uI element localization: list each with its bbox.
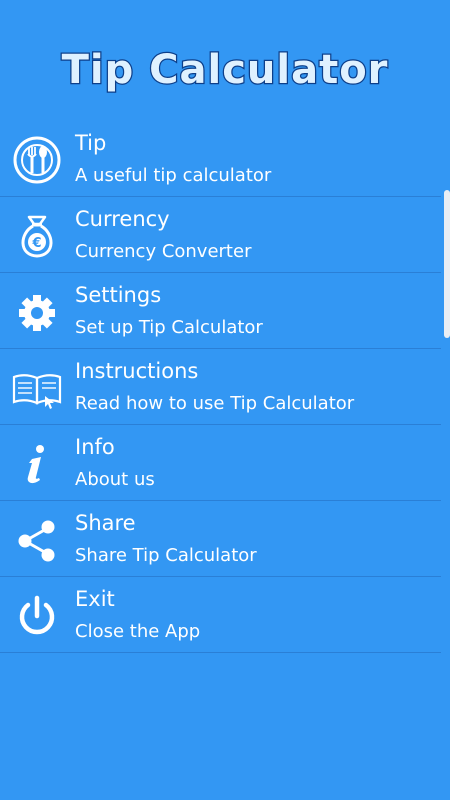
svg-text:€: €: [31, 236, 41, 251]
menu-item-currency[interactable]: € Currency Currency Converter: [0, 197, 441, 273]
menu-item-title: Share: [75, 511, 136, 535]
share-icon: [12, 515, 62, 565]
menu-item-settings[interactable]: Settings Set up Tip Calculator: [0, 273, 441, 349]
menu-item-title: Instructions: [75, 359, 199, 383]
menu-item-title: Tip: [75, 131, 107, 155]
info-icon: [12, 439, 62, 489]
menu-item-subtitle: Currency Converter: [75, 241, 252, 262]
menu-item-subtitle: About us: [75, 469, 155, 490]
power-icon: [12, 591, 62, 641]
menu-item-title: Settings: [75, 283, 162, 307]
open-book-icon: [12, 363, 62, 413]
menu-item-subtitle: Set up Tip Calculator: [75, 317, 263, 338]
menu-item-instructions[interactable]: Instructions Read how to use Tip Calcula…: [0, 349, 441, 425]
menu-item-info[interactable]: Info About us: [0, 425, 441, 501]
menu-item-subtitle: A useful tip calculator: [75, 165, 272, 186]
app-title: Tip Calculator: [62, 47, 389, 93]
scrollbar[interactable]: [444, 190, 450, 338]
app-title-logo: Tip Calculator: [0, 38, 450, 98]
menu-item-tip[interactable]: Tip A useful tip calculator: [0, 121, 441, 197]
euro-money-bag-icon: €: [12, 211, 62, 261]
app-title-svg: Tip Calculator: [60, 46, 389, 95]
gear-icon: [12, 287, 62, 337]
menu-item-exit[interactable]: Exit Close the App: [0, 577, 441, 653]
menu-item-title: Currency: [75, 207, 170, 231]
menu-item-subtitle: Share Tip Calculator: [75, 545, 257, 566]
fork-spoon-plate-icon: [12, 135, 62, 185]
menu-item-subtitle: Read how to use Tip Calculator: [75, 393, 355, 414]
menu-item-title: Exit: [75, 587, 115, 611]
menu-item-share[interactable]: Share Share Tip Calculator: [0, 501, 441, 577]
menu-item-title: Info: [75, 435, 115, 459]
menu-item-subtitle: Close the App: [75, 621, 201, 642]
main-menu: Tip A useful tip calculator € Currency C…: [0, 121, 441, 653]
